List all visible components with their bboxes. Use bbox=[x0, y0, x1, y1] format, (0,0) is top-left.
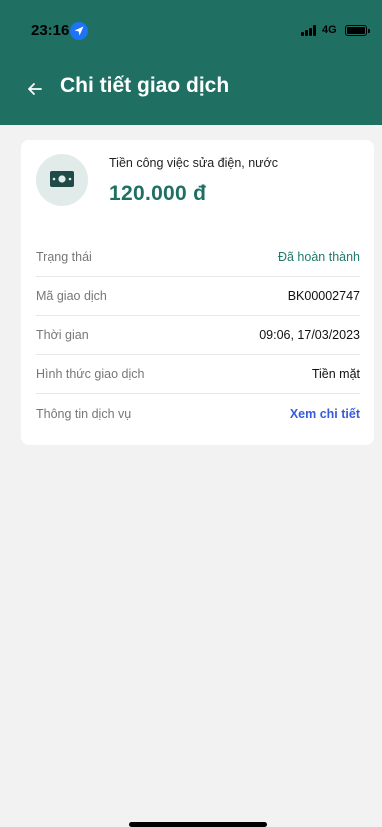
row-label: Mã giao dịch bbox=[36, 289, 107, 303]
status-bar: 23:16 4G bbox=[0, 0, 382, 44]
row-service-info: Thông tin dịch vụ Xem chi tiết bbox=[36, 394, 360, 433]
arrow-left-icon bbox=[28, 83, 42, 95]
signal-icon bbox=[301, 25, 319, 36]
location-arrow-icon bbox=[70, 22, 88, 40]
view-details-link[interactable]: Xem chi tiết bbox=[290, 407, 360, 421]
row-time: Thời gian 09:06, 17/03/2023 bbox=[36, 316, 360, 355]
money-bill-icon bbox=[50, 171, 74, 187]
home-indicator bbox=[129, 822, 267, 827]
network-label: 4G bbox=[322, 24, 337, 36]
row-label: Trạng thái bbox=[36, 250, 92, 264]
row-payment-method: Hình thức giao dịch Tiền mặt bbox=[36, 355, 360, 394]
back-button[interactable] bbox=[22, 76, 48, 102]
money-badge bbox=[36, 154, 88, 206]
transaction-card: Tiền công việc sửa điện, nước 120.000 đ … bbox=[21, 140, 374, 445]
payment-method-value: Tiền mặt bbox=[311, 367, 360, 381]
app-bar: Chi tiết giao dịch bbox=[0, 60, 382, 120]
battery-icon bbox=[345, 25, 370, 36]
transaction-amount: 120.000 đ bbox=[109, 182, 207, 205]
header: 23:16 4G Chi tiết giao dịch bbox=[0, 0, 382, 125]
transaction-id-value: BK00002747 bbox=[287, 289, 360, 303]
status-time: 23:16 bbox=[31, 22, 70, 39]
row-status: Trạng thái Đã hoàn thành bbox=[36, 238, 360, 277]
row-transaction-id: Mã giao dịch BK00002747 bbox=[36, 277, 360, 316]
service-name: Tiền công việc sửa điện, nước bbox=[109, 156, 278, 170]
status-value: Đã hoàn thành bbox=[277, 250, 360, 264]
page-title: Chi tiết giao dịch bbox=[60, 74, 230, 97]
row-label: Thông tin dịch vụ bbox=[36, 406, 132, 421]
time-value: 09:06, 17/03/2023 bbox=[259, 328, 360, 342]
detail-list: Trạng thái Đã hoàn thành Mã giao dịch BK… bbox=[36, 238, 360, 433]
row-label: Thời gian bbox=[36, 328, 89, 342]
screen: 23:16 4G Chi tiết giao dịch Tiền công vi… bbox=[0, 0, 382, 827]
row-label: Hình thức giao dịch bbox=[36, 367, 145, 381]
